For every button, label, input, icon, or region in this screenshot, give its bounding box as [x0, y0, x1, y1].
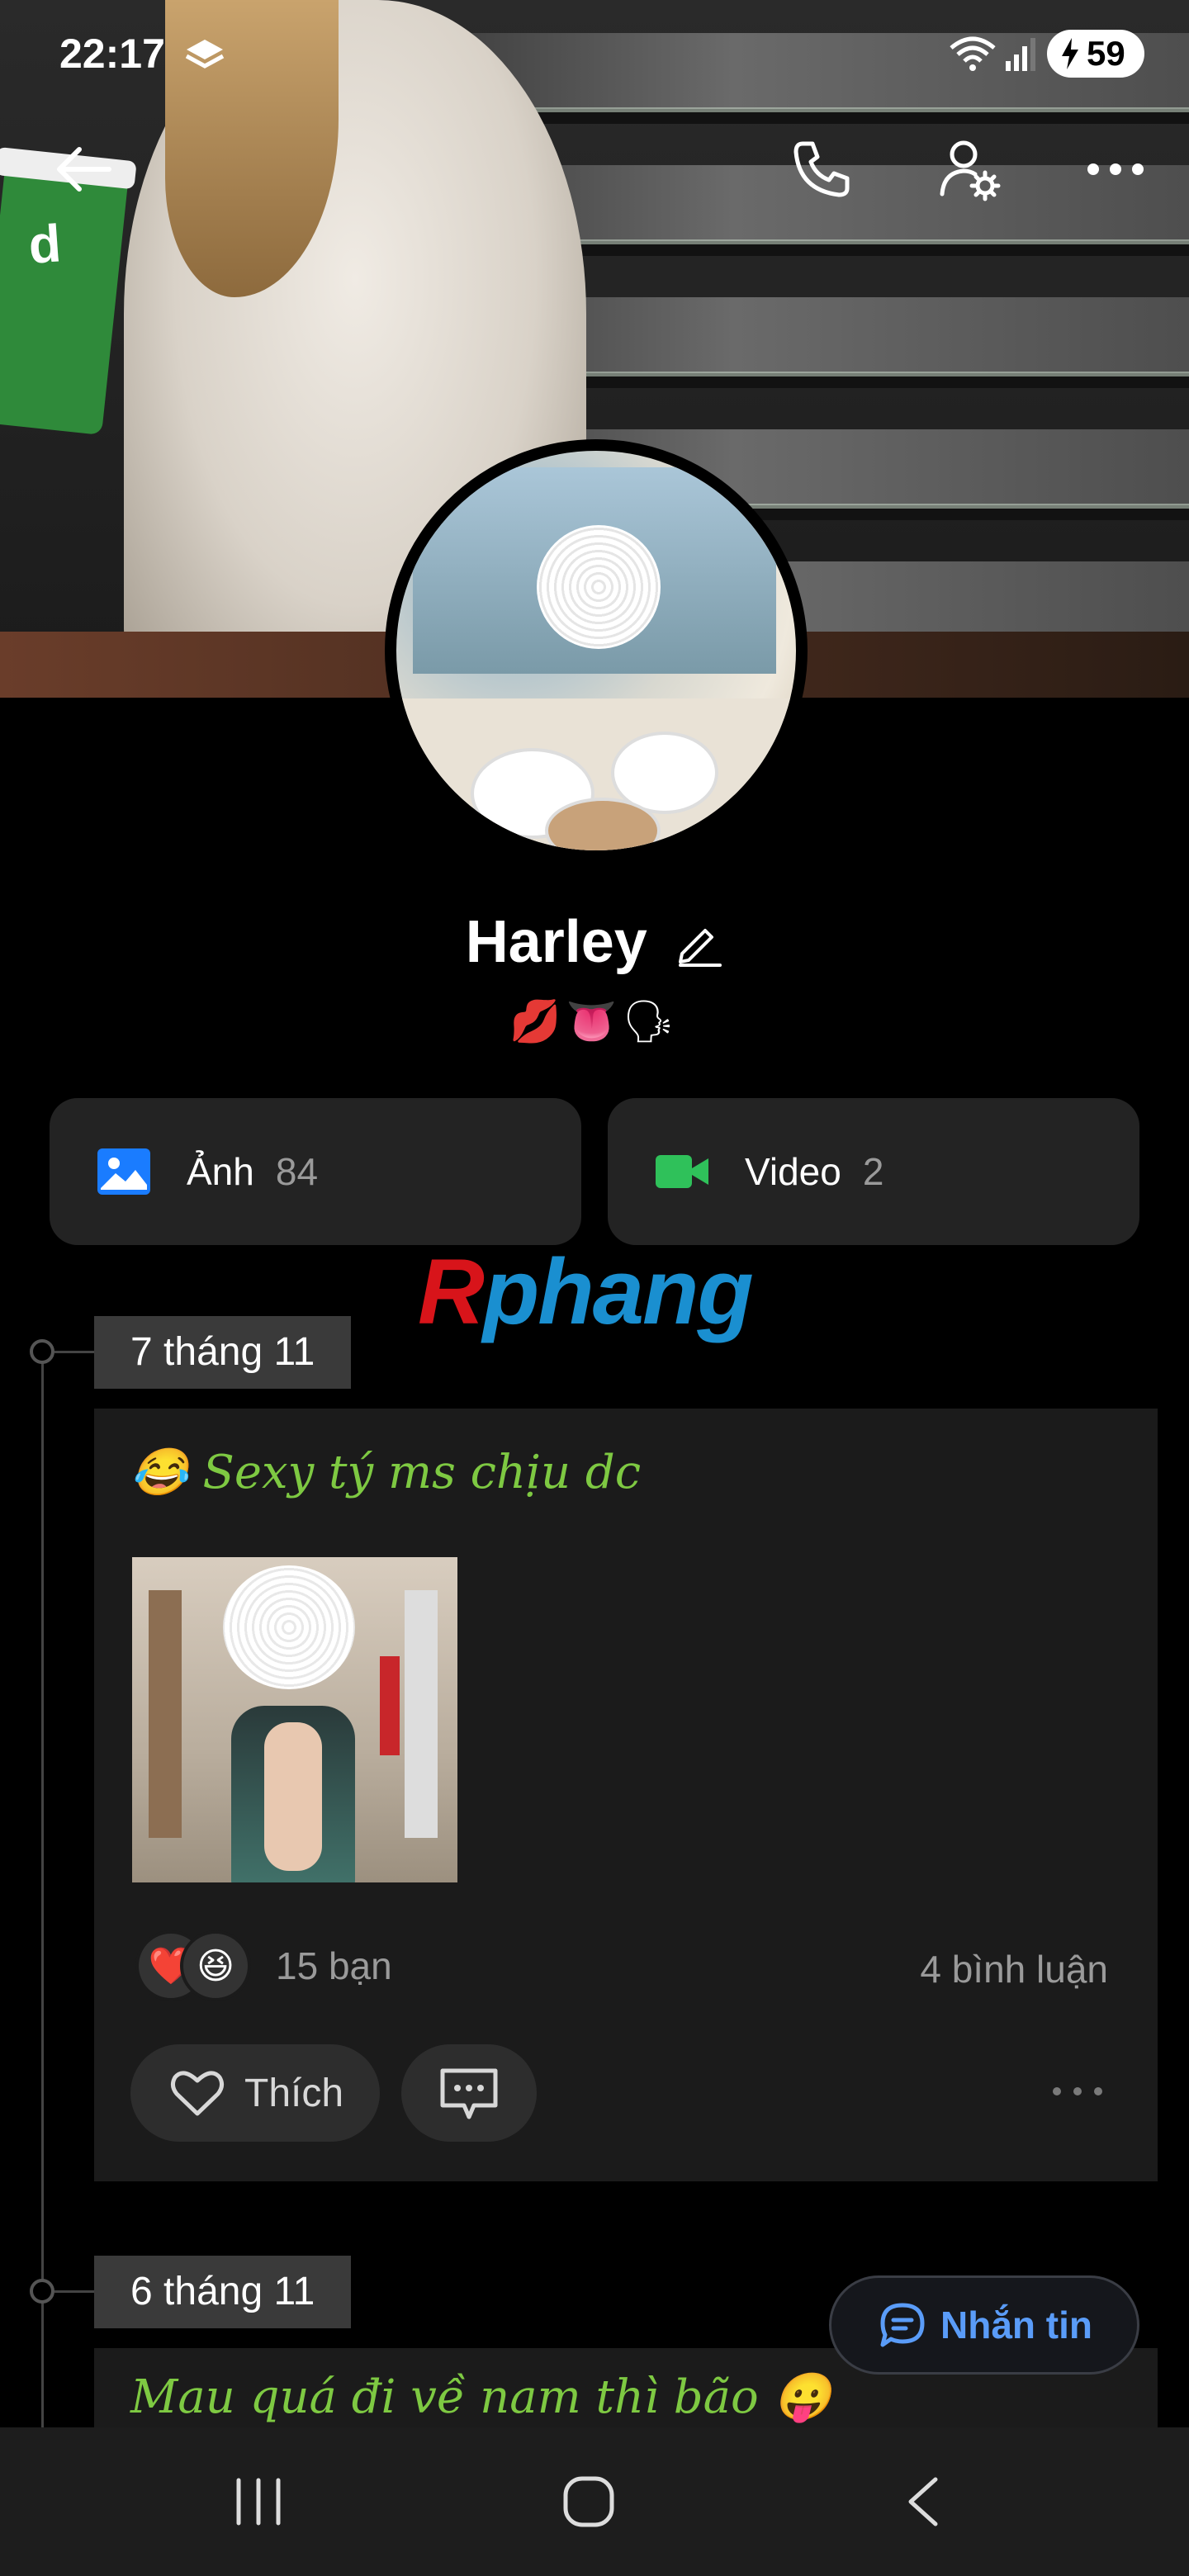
profile-name: Harley	[465, 909, 647, 975]
more-horizontal-icon	[1087, 163, 1144, 175]
post-text: Mau quá đi về nam thì bão 😛	[130, 2370, 831, 2424]
image-icon	[97, 1148, 150, 1195]
profile-bio: 💋👅🗣	[509, 998, 680, 1044]
video-camera-icon	[656, 1155, 708, 1188]
battery-level: 59	[1087, 34, 1125, 73]
timeline-dot	[30, 2279, 54, 2304]
date-header: 6 tháng 11	[94, 2256, 352, 2328]
watermark-logo: Rphang	[418, 1240, 754, 1343]
timeline-dot	[30, 1339, 54, 1364]
battery-indicator: 59	[1047, 30, 1144, 78]
reactions-summary[interactable]: ❤️ 😆 15 bạn	[135, 1930, 392, 2001]
edit-icon[interactable]	[674, 917, 723, 967]
back-button[interactable]	[46, 132, 121, 206]
profile-avatar[interactable]	[385, 439, 808, 862]
chat-bubble-icon	[880, 2303, 925, 2347]
phone-icon	[793, 141, 850, 197]
date-header: 7 tháng 11	[94, 1316, 352, 1389]
app-notification-icon	[185, 40, 225, 69]
photos-count: 84	[275, 1150, 319, 1193]
comment-button[interactable]	[401, 2044, 537, 2142]
more-options-button[interactable]	[1078, 132, 1153, 206]
reaction-count: 15 bạn	[276, 1944, 392, 1987]
comment-icon	[440, 2068, 498, 2119]
arrow-left-icon	[57, 147, 111, 192]
status-time: 22:17	[59, 31, 165, 77]
home-icon	[563, 2476, 614, 2527]
timeline-post[interactable]: 😂 Sexy tý ms chịu dc ❤️ 😆 15 bạn 4 bình …	[94, 1409, 1158, 2181]
like-label: Thích	[244, 2071, 344, 2115]
photos-label: Ảnh	[187, 1150, 254, 1193]
message-button[interactable]: Nhắn tin	[829, 2275, 1139, 2375]
timeline-line	[41, 1354, 44, 2427]
profile-settings-button[interactable]	[933, 132, 1007, 206]
videos-label: Video	[745, 1150, 841, 1193]
system-navigation-bar	[0, 2427, 1189, 2576]
post-photo[interactable]	[132, 1557, 457, 1882]
videos-button[interactable]: Video 2	[608, 1098, 1139, 1245]
comment-count[interactable]: 4 bình luận	[920, 1947, 1108, 1991]
system-back-button[interactable]	[885, 2469, 959, 2535]
videos-count: 2	[862, 1150, 884, 1193]
name-row: Harley	[0, 908, 1189, 976]
laugh-reaction-icon: 😆	[180, 1930, 251, 2001]
heart-outline-icon	[170, 2071, 225, 2116]
signal-icon	[1006, 38, 1035, 71]
chevron-left-icon	[908, 2477, 938, 2526]
post-more-icon[interactable]	[1050, 2079, 1105, 2104]
home-button[interactable]	[552, 2469, 626, 2535]
recent-apps-button[interactable]	[221, 2469, 296, 2535]
charging-icon	[1062, 38, 1078, 69]
status-bar: 22:17 59	[0, 25, 1189, 91]
recent-apps-icon	[236, 2478, 281, 2526]
avatar-scribble	[537, 525, 661, 649]
like-button[interactable]: Thích	[130, 2044, 380, 2142]
photos-button[interactable]: Ảnh 84	[50, 1098, 581, 1245]
post-text: 😂 Sexy tý ms chịu dc	[130, 1446, 642, 1499]
wifi-icon	[950, 36, 996, 71]
message-label: Nhắn tin	[940, 2304, 1092, 2346]
avatar-bread	[545, 798, 661, 850]
user-gear-icon	[940, 140, 1001, 201]
call-button[interactable]	[784, 132, 859, 206]
